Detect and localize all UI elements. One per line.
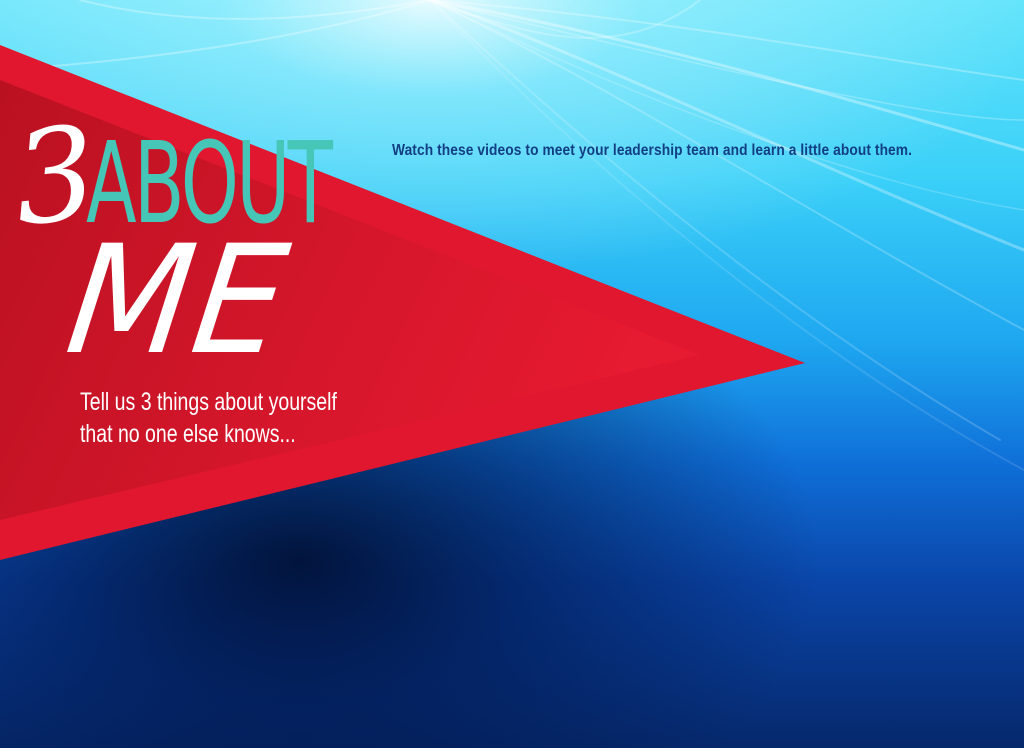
prompt-line-2: that no one else knows...: [80, 420, 296, 448]
prompt-line-1: Tell us 3 things about yourself: [80, 388, 337, 416]
prompt-text: Tell us 3 things about yourself that no …: [80, 386, 337, 450]
headline-me: ME: [58, 214, 299, 388]
intro-text: Watch these videos to meet your leadersh…: [392, 142, 913, 159]
slide-background: 3 ABOUT ME Watch these videos to meet yo…: [0, 0, 1024, 748]
